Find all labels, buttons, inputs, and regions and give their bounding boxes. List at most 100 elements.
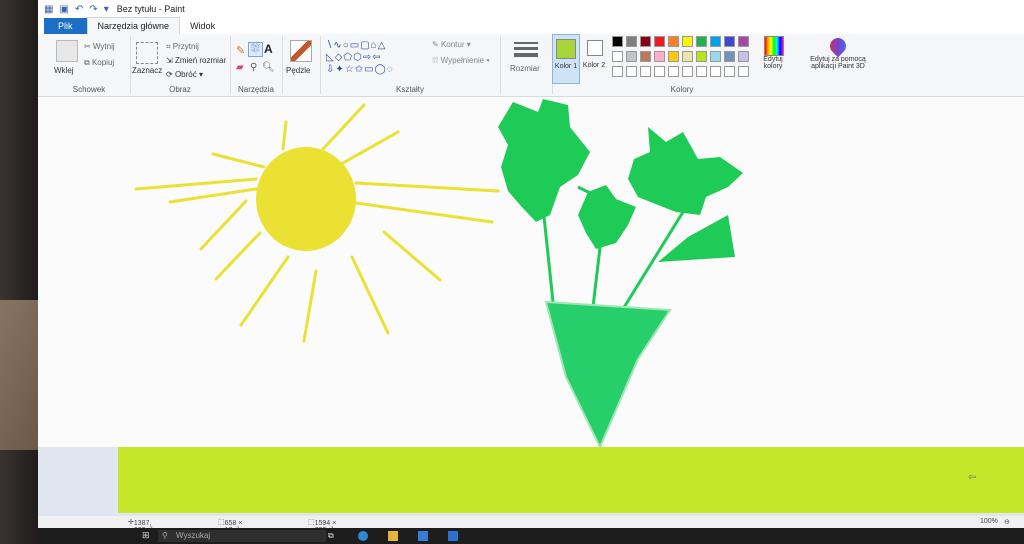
image-group: Zaznacz ⌗ Przytnij ⇲ Zmień rozmiar ⟳ Obr… [130,36,231,94]
palette-swatch[interactable] [696,51,707,62]
eraser-icon[interactable]: ▰ [236,62,244,73]
search-box[interactable]: ⚲ Wyszukaj [158,530,326,542]
palette-swatch[interactable] [724,51,735,62]
tab-home[interactable]: Narzędzia główne [86,17,181,34]
resize-label: Zmień rozmiar [174,56,227,65]
size-group: Rozmiar [500,36,553,94]
palette-swatch[interactable] [738,51,749,62]
shapes-row1-icon[interactable]: ∖∿○▭▢⌂△ [326,40,386,51]
palette-swatch[interactable] [626,51,637,62]
flower-left [498,99,590,222]
palette-swatch[interactable] [640,51,651,62]
palette-swatch[interactable] [668,36,679,47]
zoom-level: 100% [980,518,998,525]
color2-button[interactable]: Kolor 2 [582,38,606,82]
palette-swatch[interactable] [668,51,679,62]
custom-swatch[interactable] [724,66,735,77]
mail-icon[interactable] [448,531,458,541]
tools-group: ✎ ⛆ A ▰ ⚲ 🔍︎ Narzędzia [230,36,283,94]
ground-strip [118,447,1024,513]
size-button[interactable]: Rozmiar [510,64,540,73]
canvas-size: ⬚ 1594 × 720piks. [308,518,341,534]
vase [544,300,672,450]
palette-swatch[interactable] [640,36,651,47]
shapes-row2-icon[interactable]: ◺◇⬠⬡⇨⇦ [326,52,382,63]
crop-button[interactable]: ⌗ Przytnij [166,42,199,52]
resize-button[interactable]: ⇲ Zmień rozmiar [166,56,226,65]
sun-ray [239,255,290,327]
zoom-out-icon[interactable]: ⊖ [1004,518,1010,526]
select-icon[interactable] [136,42,158,64]
size-lines-icon[interactable] [514,42,538,57]
palette-swatch[interactable] [724,36,735,47]
custom-swatch[interactable] [738,66,749,77]
palette-swatch[interactable] [682,36,693,47]
edit-colors-icon[interactable] [764,36,784,56]
paint3d-icon[interactable] [826,34,850,58]
start-icon[interactable]: ⊞ [142,530,152,540]
custom-swatch[interactable] [696,66,707,77]
palette-swatch[interactable] [696,36,707,47]
fill-icon[interactable]: ⛆ [248,42,263,57]
taskbar: ⊞ ⚲ Wyszukaj ⧉ [38,528,1024,544]
palette-swatch[interactable] [612,51,623,62]
shapes-row3-icon[interactable]: ⇩✦☆✩▭◯◌ [326,64,394,75]
custom-swatch[interactable] [640,66,651,77]
custom-swatch[interactable] [668,66,679,77]
tab-file[interactable]: Plik [44,18,87,34]
custom-swatch[interactable] [710,66,721,77]
edit-colors-button[interactable]: Edytuj kolory [756,56,790,70]
color1-button[interactable]: Kolor 1 [552,34,580,84]
stem [541,206,555,303]
palette-swatch[interactable] [710,36,721,47]
palette-swatch[interactable] [682,51,693,62]
palette-swatch[interactable] [710,51,721,62]
paint3d-button[interactable]: Edytuj za pomocą aplikacji Paint 3D [798,56,878,70]
color-picker-icon[interactable]: ⚲ [250,62,257,73]
custom-swatch[interactable] [654,66,665,77]
selection-size: ⬚ 658 × 17piks. [218,518,247,534]
store-icon[interactable] [418,531,428,541]
edge-icon[interactable] [358,531,368,541]
sun-ray [281,120,288,151]
paint3d-group: Edytuj za pomocą aplikacji Paint 3D [798,34,878,94]
cut-button[interactable]: ✂ Wytnij [84,42,115,51]
custom-swatch[interactable] [612,66,623,77]
explorer-icon[interactable] [388,531,398,541]
shapes-group: ∖∿○▭▢⌂△ ◺◇⬠⬡⇨⇦ ⇩✦☆✩▭◯◌ ✎ Kontur ▾ ⛆ Wype… [320,36,501,94]
text-icon[interactable]: A [264,42,273,56]
custom-swatch[interactable] [626,66,637,77]
crop-label: Przytnij [172,42,199,51]
rotate-button[interactable]: ⟳ Obróć ▾ [166,70,203,79]
select-button[interactable]: Zaznacz [132,66,162,75]
colors-group-label: Kolory [670,85,694,94]
palette-swatch[interactable] [654,51,665,62]
undo-icon[interactable]: ↶ [75,4,83,15]
palette-swatch[interactable] [654,36,665,47]
search-placeholder: Wyszukaj [176,531,211,540]
customize-dropdown-icon[interactable]: ▾ [104,4,109,15]
redo-icon[interactable]: ↷ [89,4,97,15]
pencil-icon[interactable]: ✎ [236,44,245,57]
flower-right [628,127,743,215]
paste-button[interactable]: Wklej [54,66,74,75]
palette-swatch[interactable] [738,36,749,47]
paste-icon[interactable] [56,40,78,62]
colors-group: Kolor 1 Kolor 2 Edytuj kolory Kolory [552,34,792,94]
tab-view[interactable]: Widok [180,18,225,34]
palette-swatch[interactable] [626,36,637,47]
tools-group-label: Narzędzia [237,85,274,94]
outline-button[interactable]: ✎ Kontur ▾ [432,40,471,49]
custom-swatch[interactable] [682,66,693,77]
fill-button[interactable]: ⛆ Wypełnienie ▾ [432,56,490,66]
palette-swatch[interactable] [612,36,623,47]
drawing-svg [134,99,743,450]
brush-icon[interactable] [290,40,312,62]
magnifier-icon[interactable]: 🔍︎ [262,62,275,73]
copy-button[interactable]: ⧉ Kopiuj [84,58,114,68]
shapes-group-label: Kształty [395,85,424,94]
task-view-icon[interactable]: ⧉ [328,531,338,541]
drawing-canvas[interactable] [38,97,1024,450]
brushes-button[interactable]: Pędzle [286,66,310,75]
save-icon[interactable]: ▣ [59,4,68,15]
